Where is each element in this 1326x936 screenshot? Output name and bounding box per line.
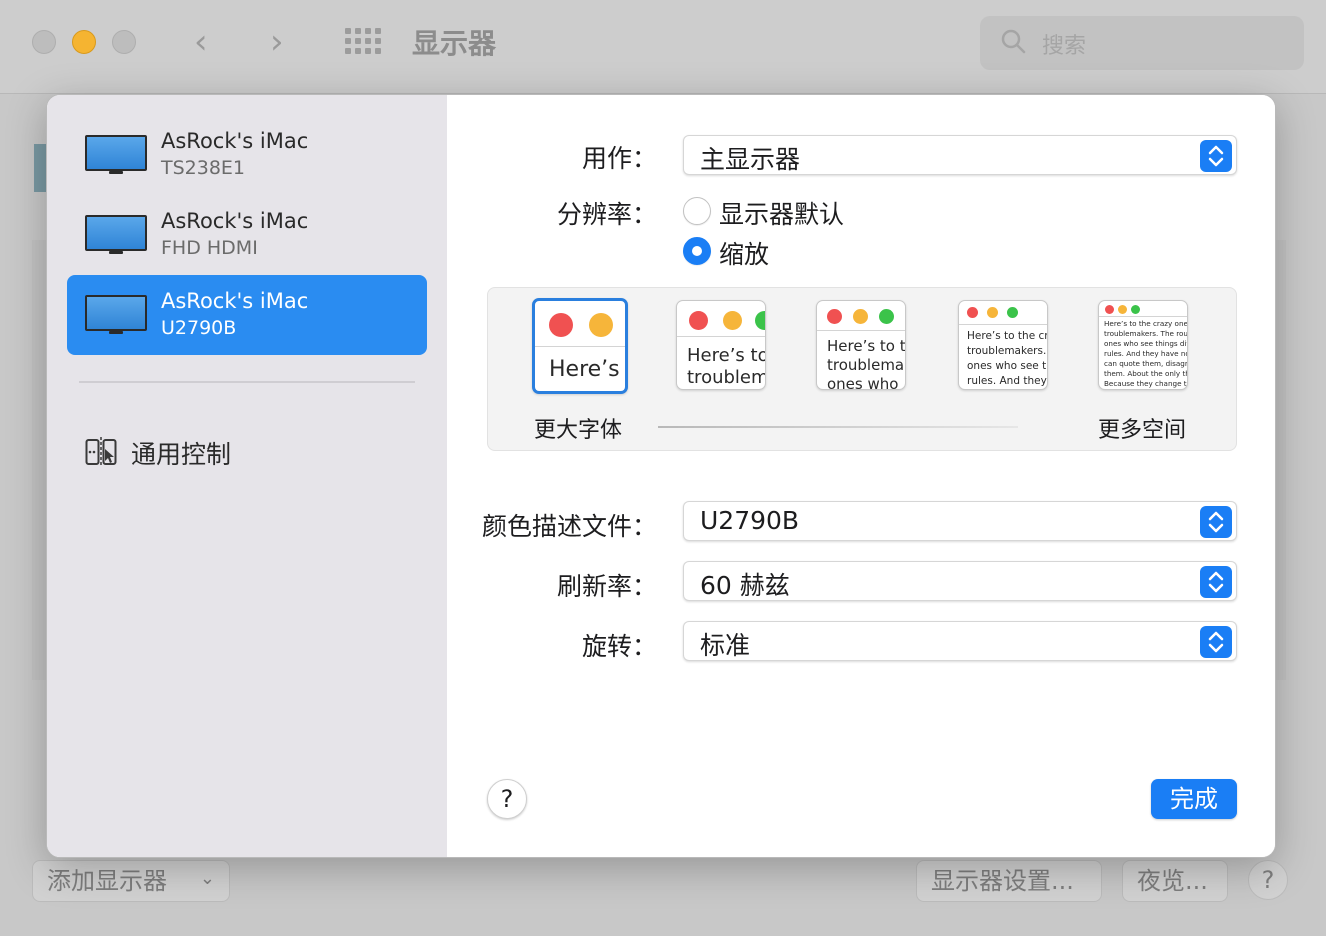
search-icon <box>1001 29 1026 54</box>
display-name: AsRock's iMac <box>161 289 309 313</box>
scale-slider-track <box>658 426 1018 428</box>
scale-sample-text: Here’s to troublem <box>687 345 766 388</box>
monitor-icon <box>85 215 147 255</box>
use-as-label: 用作： <box>581 144 657 173</box>
close-window-button[interactable] <box>32 30 56 54</box>
forward-arrow-icon[interactable]: › <box>270 22 284 62</box>
color-profile-label: 颜色描述文件： <box>481 512 657 541</box>
help-button[interactable]: ? <box>487 779 527 819</box>
universal-control-label: 通用控制 <box>131 440 232 469</box>
updown-chevron-icon <box>1200 140 1232 172</box>
add-display-button[interactable]: 添加显示器 ⌄ <box>32 860 230 902</box>
updown-chevron-icon <box>1200 506 1232 538</box>
done-button[interactable]: 完成 <box>1151 779 1237 819</box>
scale-option-more-space[interactable]: Here’s to the crazy one troublemakers. T… <box>1098 300 1188 390</box>
minimize-window-button[interactable] <box>72 30 96 54</box>
monitor-icon <box>85 135 147 175</box>
scale-option-larger-text[interactable]: Here’s <box>532 298 628 394</box>
display-name: AsRock's iMac <box>161 209 309 233</box>
display-model: FHD HDMI <box>161 237 258 259</box>
resolution-default-label[interactable]: 显示器默认 <box>719 195 844 231</box>
larger-text-label: 更大字体 <box>534 418 623 443</box>
search-placeholder: 搜索 <box>1042 34 1087 59</box>
rotation-popup[interactable]: 标准 <box>683 621 1237 661</box>
scale-option-4[interactable]: Here’s to the cr troublemakers. ones who… <box>958 300 1048 390</box>
refresh-rate-value: 60 赫兹 <box>700 571 790 600</box>
background-help-button[interactable]: ? <box>1248 860 1288 900</box>
scale-sample-text: Here’s <box>549 357 620 382</box>
scale-options-box: Here’s Here’s to troublem Here’s to t tr… <box>487 287 1237 451</box>
back-arrow-icon[interactable]: ‹ <box>194 22 208 62</box>
resolution-label: 分辨率： <box>556 200 657 229</box>
scale-option-2[interactable]: Here’s to troublem <box>676 300 766 390</box>
universal-control-item[interactable]: 通用控制 <box>85 433 385 473</box>
scale-option-3[interactable]: Here’s to t troublema ones who <box>816 300 906 390</box>
color-profile-value: U2790B <box>700 506 800 535</box>
rotation-value: 标准 <box>700 631 751 660</box>
window-title: 显示器 <box>412 27 497 60</box>
add-display-label: 添加显示器 <box>47 867 167 895</box>
sidebar-display-u2790b[interactable]: AsRock's iMac U2790B <box>67 275 427 355</box>
updown-chevron-icon <box>1200 626 1232 658</box>
updown-chevron-icon <box>1200 566 1232 598</box>
night-shift-button[interactable]: 夜览... <box>1122 860 1228 902</box>
monitor-icon <box>85 295 147 335</box>
refresh-rate-label: 刷新率： <box>556 572 657 601</box>
scale-sample-text: Here’s to t troublema ones who <box>827 337 906 390</box>
display-settings-panel: 用作： 主显示器 分辨率： 显示器默认 缩放 Here’s Here’s t t… <box>447 95 1275 857</box>
display-sidebar: AsRock's iMac TS238E1 AsRock's iMac FHD … <box>47 95 447 857</box>
display-model: U2790B <box>161 317 237 339</box>
resolution-default-radio[interactable] <box>683 197 711 225</box>
scale-sample-text: Here’s to the crazy one troublemakers. T… <box>1104 319 1188 388</box>
background-titlebar: ‹ › 显示器 搜索 <box>0 0 1326 94</box>
search-field[interactable]: 搜索 <box>980 16 1304 70</box>
refresh-rate-popup[interactable]: 60 赫兹 <box>683 561 1237 601</box>
sidebar-display-fhd-hdmi[interactable]: AsRock's iMac FHD HDMI <box>67 195 427 275</box>
more-space-label: 更多空间 <box>1098 418 1187 443</box>
display-settings-button[interactable]: 显示器设置... <box>916 860 1102 902</box>
resolution-scaled-radio[interactable] <box>683 237 711 265</box>
sidebar-display-ts238e1[interactable]: AsRock's iMac TS238E1 <box>67 115 427 195</box>
sidebar-divider <box>79 381 415 383</box>
universal-control-icon <box>85 437 117 467</box>
use-as-popup[interactable]: 主显示器 <box>683 135 1237 175</box>
rotation-label: 旋转： <box>581 632 657 661</box>
display-settings-sheet: AsRock's iMac TS238E1 AsRock's iMac FHD … <box>46 94 1276 858</box>
display-model: TS238E1 <box>161 157 246 179</box>
show-all-grid-icon[interactable] <box>345 28 383 56</box>
resolution-scaled-label[interactable]: 缩放 <box>719 235 769 271</box>
use-as-value: 主显示器 <box>700 145 801 174</box>
zoom-window-button[interactable] <box>112 30 136 54</box>
chevron-down-icon: ⌄ <box>199 868 215 889</box>
display-name: AsRock's iMac <box>161 129 309 153</box>
scale-sample-text: Here’s to the cr troublemakers. ones who… <box>967 330 1048 387</box>
color-profile-popup[interactable]: U2790B <box>683 501 1237 541</box>
